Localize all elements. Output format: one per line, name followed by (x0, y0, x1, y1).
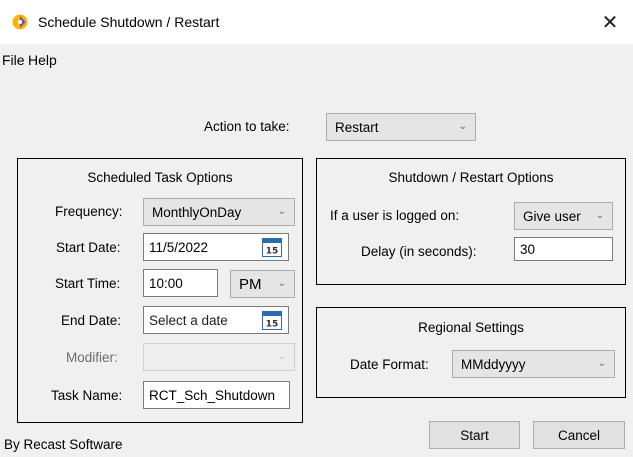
app-logo-icon (12, 14, 28, 30)
close-icon: ✕ (601, 11, 619, 34)
delay-input[interactable]: 30 (514, 237, 613, 261)
menu-bar: File Help (0, 44, 633, 74)
end-date-label: End Date: (61, 313, 122, 328)
footer-credit: By Recast Software (4, 437, 123, 452)
start-button[interactable]: Start (429, 421, 520, 449)
action-dropdown[interactable]: Restart ⌄ (326, 113, 476, 141)
window-title: Schedule Shutdown / Restart (38, 14, 220, 30)
logged-on-value: Give user (523, 208, 581, 224)
end-date-picker[interactable]: Select a date 15 (143, 306, 289, 334)
start-time-input[interactable]: 10:00 (143, 269, 218, 297)
scheduled-task-title: Scheduled Task Options (87, 170, 233, 185)
delay-label: Delay (in seconds): (361, 244, 477, 259)
ampm-dropdown[interactable]: PM ⌄ (230, 270, 295, 298)
date-format-dropdown[interactable]: MMddyyyy ⌄ (452, 350, 615, 378)
action-label: Action to take: (204, 119, 290, 134)
chevron-down-icon: ⌄ (277, 277, 286, 289)
title-bar: Schedule Shutdown / Restart ✕ (0, 0, 633, 44)
content-area: Action to take: Restart ⌄ Scheduled Task… (0, 74, 633, 457)
start-date-label: Start Date: (56, 240, 121, 255)
chevron-down-icon: ⌄ (597, 357, 606, 369)
frequency-dropdown[interactable]: MonthlyOnDay ⌄ (143, 198, 295, 226)
calendar-icon[interactable]: 15 (262, 311, 282, 330)
action-value: Restart (335, 119, 379, 135)
chevron-down-icon: ⌄ (277, 205, 286, 217)
calendar-day: 15 (266, 320, 279, 330)
frequency-value: MonthlyOnDay (152, 204, 242, 220)
chevron-down-icon: ⌄ (595, 209, 604, 221)
task-name-label: Task Name: (51, 388, 123, 403)
menu-file[interactable]: File (2, 52, 25, 68)
start-date-value: 11/5/2022 (149, 239, 209, 255)
task-name-value: RCT_Sch_Shutdown (149, 387, 276, 403)
ampm-value: PM (239, 275, 262, 293)
modifier-label: Modifier: (66, 350, 118, 365)
regional-settings-title: Regional Settings (418, 320, 524, 335)
date-format-label: Date Format: (350, 357, 429, 372)
shutdown-options-title: Shutdown / Restart Options (388, 170, 554, 185)
logged-on-label: If a user is logged on: (330, 208, 460, 223)
delay-value: 30 (520, 241, 536, 257)
start-time-value: 10:00 (149, 275, 183, 291)
start-time-label: Start Time: (55, 276, 121, 291)
start-date-picker[interactable]: 11/5/2022 15 (143, 233, 289, 261)
menu-help[interactable]: Help (28, 52, 57, 68)
task-name-input[interactable]: RCT_Sch_Shutdown (143, 381, 290, 409)
cancel-button[interactable]: Cancel (533, 421, 625, 449)
calendar-day: 15 (266, 247, 279, 257)
close-button[interactable]: ✕ (587, 0, 633, 44)
frequency-label: Frequency: (55, 204, 123, 219)
logged-on-dropdown[interactable]: Give user ⌄ (514, 202, 613, 230)
date-format-value: MMddyyyy (461, 356, 526, 372)
end-date-placeholder: Select a date (149, 312, 228, 328)
calendar-icon[interactable]: 15 (262, 238, 282, 257)
modifier-dropdown[interactable]: ⌄ (143, 343, 295, 371)
chevron-down-icon: ⌄ (458, 120, 467, 132)
chevron-down-icon: ⌄ (277, 350, 286, 362)
